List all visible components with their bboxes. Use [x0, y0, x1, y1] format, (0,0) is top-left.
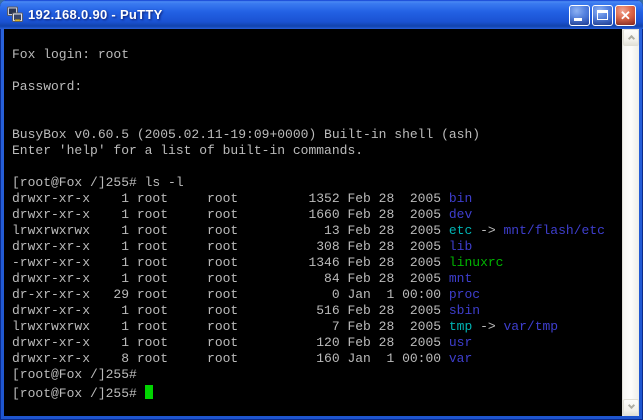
terminal-line: drwxr-xr-x 1 root root 516 Feb 28 2005 s…: [12, 303, 622, 319]
close-icon: ✕: [616, 6, 635, 25]
terminal-line: [root@Fox /]255#: [12, 383, 622, 399]
terminal-line: lrwxrwxrwx 1 root root 7 Feb 28 2005 tmp…: [12, 319, 622, 335]
terminal-cursor: [145, 385, 153, 399]
maximize-icon: [597, 10, 608, 20]
terminal-line: drwxr-xr-x 1 root root 1352 Feb 28 2005 …: [12, 191, 622, 207]
terminal-line: Fox login: root: [12, 47, 622, 63]
title-bar[interactable]: 192.168.0.90 - PuTTY ✕: [0, 0, 643, 29]
terminal-line: [12, 111, 622, 127]
scrollbar-down-button[interactable]: [623, 399, 639, 416]
terminal-line: [12, 159, 622, 175]
terminal-line: -rwxr-xr-x 1 root root 1346 Feb 28 2005 …: [12, 255, 622, 271]
terminal-line: lrwxrwxrwx 1 root root 13 Feb 28 2005 et…: [12, 223, 622, 239]
window-body: Fox login: root Password: BusyBox v0.60.5 …: [4, 29, 639, 416]
terminal-output[interactable]: Fox login: root Password: BusyBox v0.60.5 …: [4, 29, 622, 416]
putty-window: 192.168.0.90 - PuTTY ✕ Fox login: root Pa…: [0, 0, 643, 420]
terminal-line: [root@Fox /]255# ls -l: [12, 175, 622, 191]
minimize-icon: [574, 18, 582, 21]
maximize-button[interactable]: [592, 5, 613, 26]
terminal-line: drwxr-xr-x 8 root root 160 Jan 1 00:00 v…: [12, 351, 622, 367]
terminal-line: dr-xr-xr-x 29 root root 0 Jan 1 00:00 pr…: [12, 287, 622, 303]
close-button[interactable]: ✕: [615, 5, 636, 26]
terminal-line: drwxr-xr-x 1 root root 120 Feb 28 2005 u…: [12, 335, 622, 351]
window-title: 192.168.0.90 - PuTTY: [28, 7, 163, 22]
terminal-line: [root@Fox /]255#: [12, 367, 622, 383]
terminal-line: Password:: [12, 79, 622, 95]
terminal-line: [12, 31, 622, 47]
putty-app-icon[interactable]: [6, 6, 24, 24]
scrollbar-track[interactable]: [623, 46, 639, 399]
terminal-line: drwxr-xr-x 1 root root 84 Feb 28 2005 mn…: [12, 271, 622, 287]
chevron-up-icon: [628, 35, 635, 42]
terminal-line: drwxr-xr-x 1 root root 1660 Feb 28 2005 …: [12, 207, 622, 223]
terminal-line: drwxr-xr-x 1 root root 308 Feb 28 2005 l…: [12, 239, 622, 255]
scrollbar: [622, 29, 639, 416]
chevron-down-icon: [628, 402, 635, 409]
terminal-line: [12, 95, 622, 111]
terminal-line: [12, 63, 622, 79]
minimize-button[interactable]: [569, 5, 590, 26]
terminal-line: BusyBox v0.60.5 (2005.02.11-19:09+0000) …: [12, 127, 622, 143]
scrollbar-up-button[interactable]: [623, 29, 639, 46]
terminal-line: Enter 'help' for a list of built-in comm…: [12, 143, 622, 159]
